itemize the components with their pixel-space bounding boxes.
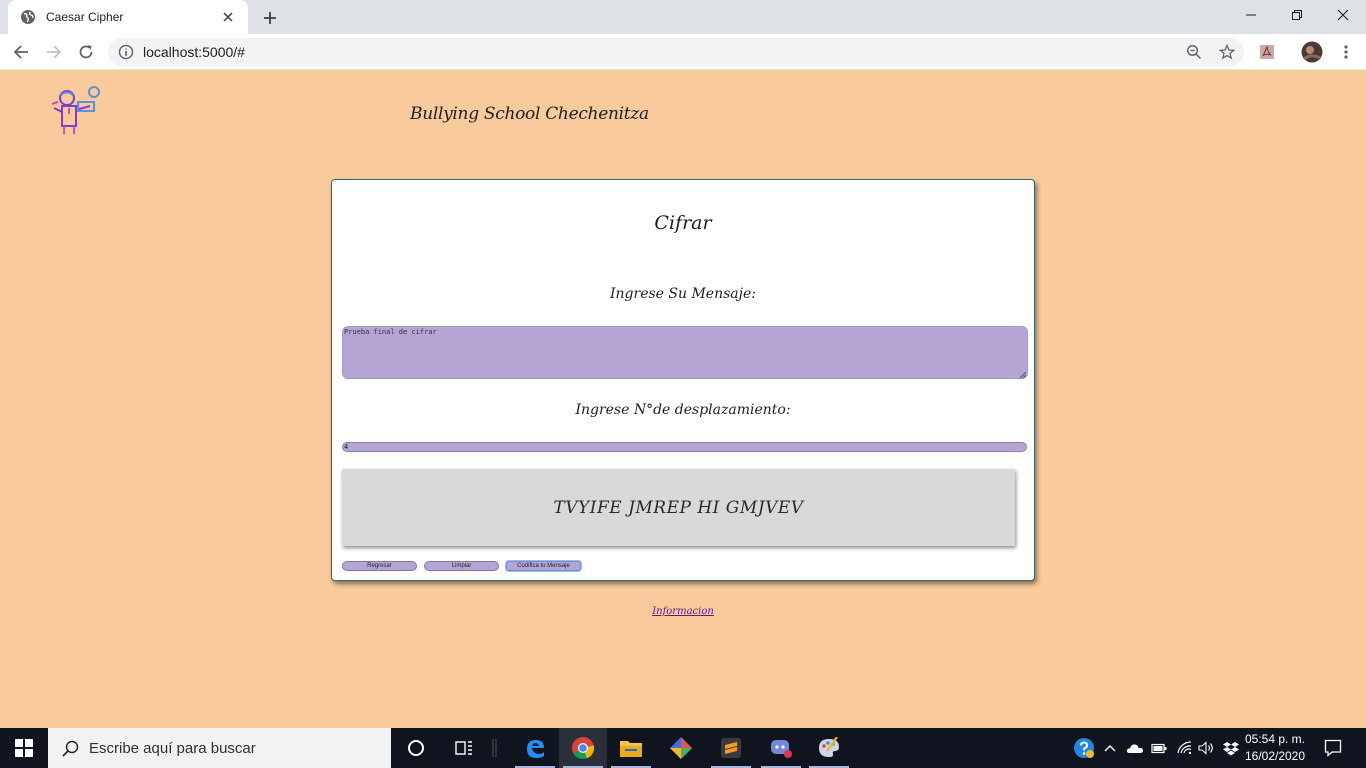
reload-button[interactable] bbox=[74, 40, 98, 64]
arrow-right-icon bbox=[47, 45, 62, 59]
onedrive-icon[interactable] bbox=[1124, 728, 1146, 768]
info-icon[interactable] bbox=[118, 44, 134, 60]
notification-icon bbox=[1324, 739, 1342, 757]
url-text: localhost:5000/# bbox=[143, 44, 245, 60]
address-bar[interactable]: localhost:5000/# bbox=[108, 38, 1244, 66]
browser-tab-bar: Caesar Cipher bbox=[0, 0, 1366, 34]
message-textarea[interactable]: Prueba final de cifrar bbox=[342, 326, 1028, 379]
chrome-icon bbox=[572, 737, 595, 759]
browser-tab[interactable]: Caesar Cipher bbox=[8, 0, 248, 34]
taskbar-sublime[interactable] bbox=[707, 728, 755, 768]
close-icon bbox=[1337, 9, 1349, 21]
globe-icon bbox=[21, 10, 35, 24]
reload-icon bbox=[79, 45, 93, 59]
card-title: Cifrar bbox=[654, 212, 712, 234]
bookmark-star-icon[interactable] bbox=[1215, 40, 1239, 64]
encode-button[interactable]: Codifica tu Mensaje bbox=[506, 561, 581, 571]
school-logo-icon bbox=[51, 86, 100, 134]
shift-input[interactable] bbox=[342, 442, 1027, 452]
restore-icon bbox=[1292, 10, 1302, 20]
help-tray-icon[interactable] bbox=[1072, 728, 1096, 768]
wifi-icon[interactable] bbox=[1174, 728, 1196, 768]
result-text: TVYIFE JMREP HI GMJVEV bbox=[553, 497, 804, 518]
discord-icon bbox=[771, 740, 792, 758]
zoom-icon[interactable] bbox=[1182, 40, 1206, 64]
resize-grip-icon[interactable] bbox=[1018, 370, 1027, 379]
folder-icon bbox=[620, 741, 642, 757]
search-icon bbox=[62, 740, 79, 757]
plus-icon bbox=[264, 12, 276, 24]
cortana-circle-icon bbox=[408, 740, 424, 756]
notifications-button[interactable] bbox=[1318, 728, 1348, 768]
message-label: Ingrese Su Mensaje: bbox=[610, 286, 756, 302]
edge-icon bbox=[527, 740, 544, 758]
clock-date: 16/02/2020 bbox=[1244, 749, 1306, 763]
brand-title: Bullying School Chechenitza bbox=[410, 104, 649, 124]
task-view-icon bbox=[455, 741, 472, 755]
taskbar-discord[interactable] bbox=[757, 728, 805, 768]
tab-title: Caesar Cipher bbox=[46, 10, 124, 24]
start-button[interactable] bbox=[0, 728, 48, 768]
close-window-button[interactable] bbox=[1320, 0, 1366, 30]
paint-palette-icon bbox=[819, 737, 839, 757]
taskbar-git[interactable] bbox=[657, 728, 705, 768]
taskbar-file-explorer[interactable] bbox=[607, 728, 655, 768]
new-tab-button[interactable] bbox=[258, 6, 282, 30]
minimize-button[interactable] bbox=[1228, 0, 1274, 30]
chevron-up-icon[interactable] bbox=[1100, 728, 1120, 768]
taskbar-paint[interactable] bbox=[805, 728, 853, 768]
browser-toolbar: localhost:5000/# bbox=[0, 34, 1366, 70]
volume-icon[interactable] bbox=[1196, 728, 1216, 768]
sublime-text-icon bbox=[721, 738, 741, 758]
windows-logo-icon bbox=[15, 739, 33, 757]
back-page-button[interactable]: Regresar bbox=[342, 561, 417, 571]
taskbar-edge[interactable] bbox=[511, 728, 559, 768]
profile-avatar[interactable] bbox=[1300, 40, 1324, 64]
minimize-icon bbox=[1246, 14, 1256, 16]
arrow-left-icon bbox=[13, 45, 28, 59]
taskbar-search[interactable]: Escribe aquí para buscar bbox=[48, 728, 391, 768]
shift-label: Ingrese N°de desplazamiento: bbox=[575, 402, 791, 418]
back-button[interactable] bbox=[9, 40, 33, 64]
taskbar: Escribe aquí para buscar 05:54 p. m. 16/… bbox=[0, 728, 1366, 768]
clock-time: 05:54 p. m. bbox=[1244, 732, 1306, 746]
battery-icon[interactable] bbox=[1148, 728, 1170, 768]
git-diamond-icon bbox=[670, 737, 692, 759]
restore-button[interactable] bbox=[1274, 0, 1320, 30]
taskbar-clock[interactable]: 05:54 p. m. 16/02/2020 bbox=[1240, 731, 1310, 765]
search-placeholder: Escribe aquí para buscar bbox=[89, 739, 256, 757]
result-box: TVYIFE JMREP HI GMJVEV bbox=[342, 469, 1015, 546]
info-link[interactable]: Informacion bbox=[0, 606, 1366, 617]
forward-button[interactable] bbox=[42, 40, 66, 64]
clear-button[interactable]: Limpiar bbox=[424, 561, 499, 571]
cipher-card: Cifrar Ingrese Su Mensaje: Prueba final … bbox=[331, 179, 1035, 581]
dropbox-icon[interactable] bbox=[1220, 728, 1242, 768]
task-view-button[interactable] bbox=[440, 728, 488, 768]
menu-dots-icon[interactable] bbox=[1334, 40, 1358, 64]
taskbar-separator bbox=[488, 728, 502, 768]
cortana-button[interactable] bbox=[392, 728, 440, 768]
taskbar-chrome[interactable] bbox=[559, 728, 607, 768]
pdf-extension-icon[interactable] bbox=[1255, 40, 1279, 64]
tab-close-icon[interactable] bbox=[220, 9, 236, 25]
